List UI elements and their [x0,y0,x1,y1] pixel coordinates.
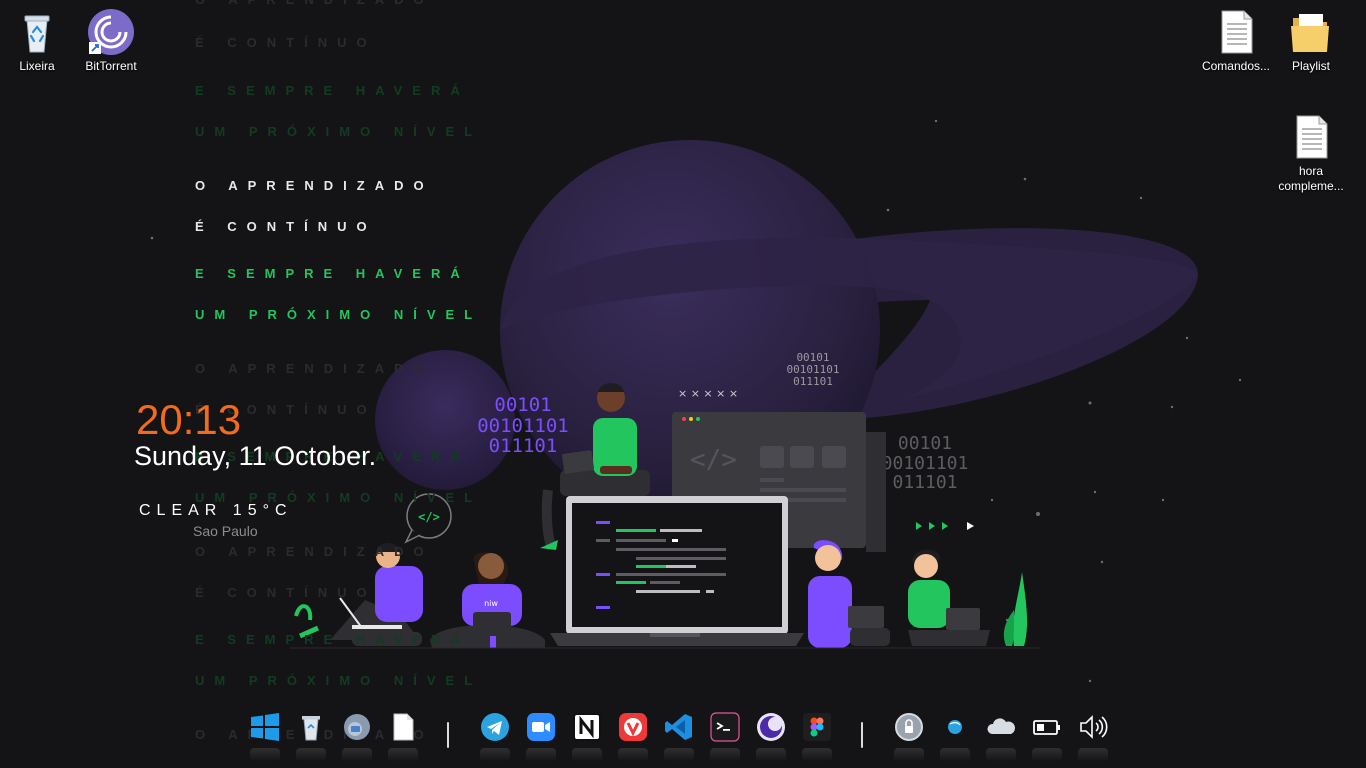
recycle-bin-icon [302,716,320,741]
dock-recycle-bin[interactable] [296,712,326,762]
lock-icon [895,713,923,741]
volume-icon [1080,715,1108,739]
desktop-icon-lixeira[interactable]: Lixeira [1,8,73,74]
laptop-illustration [550,496,804,646]
motto-ghost-line11: E SEMPRE HAVERÁ [195,632,470,647]
battery-icon [1033,720,1060,735]
dock-network[interactable] [940,712,970,762]
dock-volume[interactable] [1078,712,1108,762]
dock-separator [447,722,449,748]
desktop-icon-hora[interactable]: hora compleme... [1275,113,1347,194]
telegram-icon [481,713,509,741]
dock-telegram[interactable] [480,712,510,762]
motto-ghost-line5: O APRENDIZADO [195,361,434,376]
binary-right-2: 00101101 [882,453,969,474]
dock-notion[interactable] [572,712,602,762]
code-tag-large: </> [690,445,737,475]
dock-onedrive[interactable] [986,712,1016,762]
motto-ghost-line2: É CONTÍNUO [195,35,377,50]
figma-icon [803,713,831,741]
dock-figma[interactable] [802,712,832,762]
zoom-icon [527,713,555,741]
motto-ghost-line9: O APRENDIZADO [195,544,434,559]
motto-line1: O APRENDIZADO [195,178,434,193]
decor-marks: × × × × × [678,387,738,400]
notion-icon [573,713,601,741]
binary-top-3: 011101 [793,375,833,388]
dock-moon-app[interactable] [756,712,786,762]
desktop-icon-bittorrent[interactable]: BitTorrent [75,8,147,74]
folder-icon [1291,14,1329,52]
windows-start-icon [251,713,279,741]
drive-icon [344,714,370,740]
dock-document[interactable] [388,712,418,762]
dock-drive[interactable] [342,712,372,762]
dock-battery[interactable] [1032,712,1062,762]
dock-terminal[interactable] [710,712,740,762]
dock-lock[interactable] [894,712,924,762]
dock-separator [861,722,863,748]
dock-zoom[interactable] [526,712,556,762]
motto-line2: É CONTÍNUO [195,219,377,234]
motto-ghost-line10: É CONTÍNUO [195,585,377,600]
binary-left-1: 00101 [494,394,551,416]
binary-left-3: 011101 [489,435,558,457]
vivaldi-icon [619,713,647,741]
binary-right-1: 00101 [898,433,952,454]
binary-right-3: 011101 [892,472,957,493]
motto-ghost-line3: E SEMPRE HAVERÁ [195,83,470,98]
dock-vscode[interactable] [664,712,694,762]
recycle-bin-icon [24,15,50,53]
motto-ghost-line12: UM PRÓXIMO NÍVEL [195,673,483,688]
clock-date: Sunday, 11 October. [134,441,377,471]
motto-line3: E SEMPRE HAVERÁ [195,266,470,281]
desktop-icon-label: hora compleme... [1278,164,1344,193]
code-tag-small: </> [418,510,440,524]
text-file-icon [1296,115,1328,159]
shirt-text: niw [484,599,498,608]
binary-left-2: 00101101 [477,415,569,437]
dock-vivaldi[interactable] [618,712,648,762]
weather-condition: CLEAR 15°C [139,502,293,519]
desktop-icon-playlist[interactable]: Playlist [1275,8,1347,74]
onedrive-cloud-icon [987,718,1015,734]
document-icon [393,713,414,741]
motto-line4: UM PRÓXIMO NÍVEL [195,307,483,322]
clock-time: 20:13 [136,396,242,443]
desktop-icon-comandos[interactable]: Comandos... [1200,8,1272,74]
dock-windows-start[interactable] [250,712,280,762]
network-globe-icon [948,720,962,734]
terminal-icon [710,712,740,742]
motto-ghost-line4: UM PRÓXIMO NÍVEL [195,124,483,139]
motto-ghost-line1: O APRENDIZADO [195,0,434,7]
weather-city: Sao Paulo [193,523,258,539]
dock [244,704,1114,764]
desktop-icon-label: BitTorrent [85,59,137,73]
desktop-wallpaper: 00101 00101101 011101 00101 00101101 011… [0,0,1366,768]
vscode-icon [665,714,692,740]
moon-app-icon [757,713,785,741]
desktop-icon-label: Playlist [1291,59,1330,73]
desktop-icon-label: Comandos... [1201,59,1271,73]
text-file-icon [1221,10,1253,54]
desktop-icon-label: Lixeira [19,59,55,73]
bittorrent-icon [88,9,134,55]
